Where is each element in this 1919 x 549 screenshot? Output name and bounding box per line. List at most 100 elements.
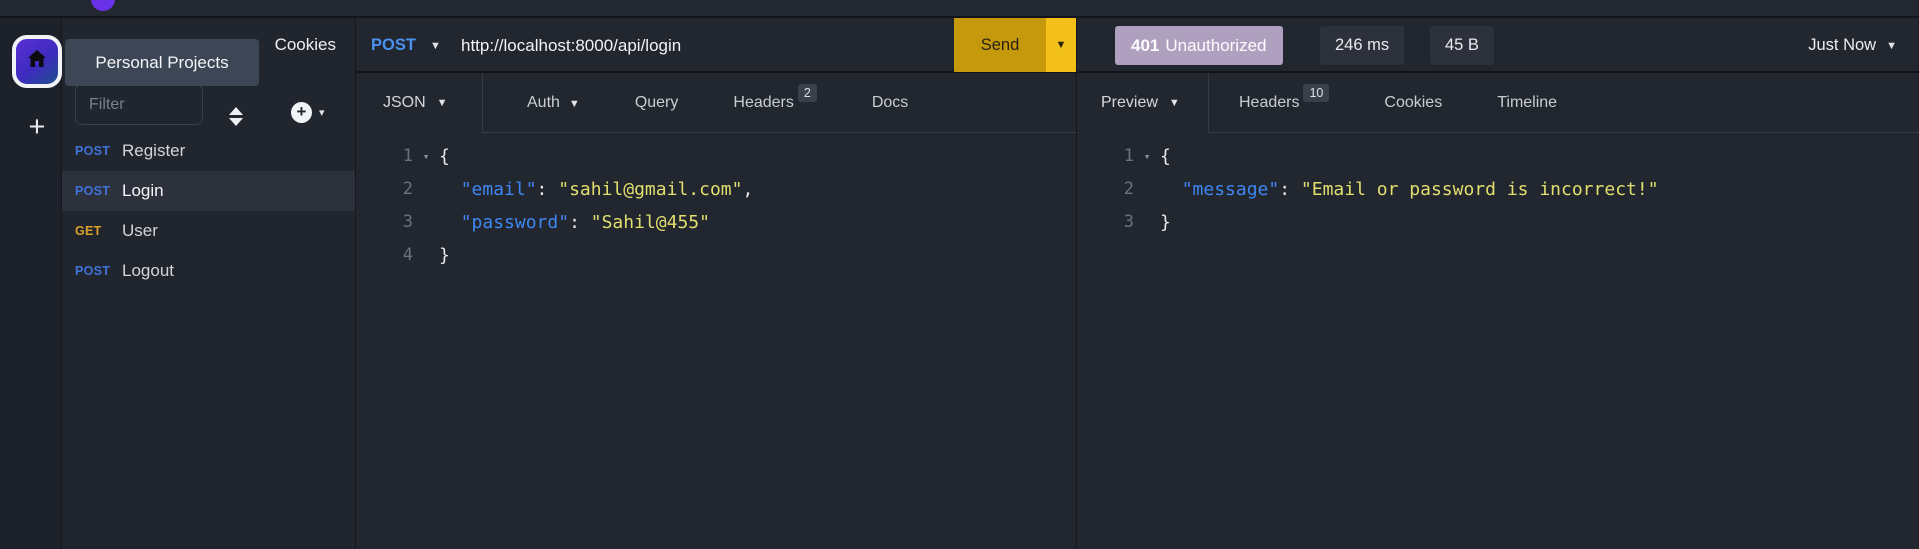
app-logo-dot — [91, 0, 115, 11]
code-text: "message": "Email or password is incorre… — [1160, 173, 1659, 206]
chevron-down-icon: ▼ — [1169, 97, 1180, 109]
tab-timeline[interactable]: Timeline — [1497, 94, 1557, 112]
response-time-badge: 246 ms — [1320, 26, 1404, 65]
tab-count-badge: 2 — [798, 84, 817, 102]
tab-label: Timeline — [1497, 94, 1557, 111]
tab-label: Query — [635, 94, 679, 111]
tab-label: Cookies — [1384, 94, 1442, 111]
filter-input[interactable] — [75, 84, 203, 125]
code-line: 1▾{ — [357, 140, 1076, 173]
tab-group: Auth▼QueryHeaders2Docs — [482, 73, 1076, 133]
sort-up-icon — [229, 107, 243, 115]
request-name-label: User — [122, 221, 158, 241]
code-line: 1▾{ — [1078, 140, 1919, 173]
send-options-button[interactable]: ▼ — [1046, 18, 1076, 72]
tab-json[interactable]: JSON ▼ — [383, 73, 448, 133]
line-number: 3 — [357, 206, 413, 239]
code-line: 2 "email": "sahil@gmail.com", — [357, 173, 1076, 206]
response-tabs: Preview ▼ Headers10 Cookies Timeline — [1078, 73, 1919, 133]
tab-label: Headers — [733, 94, 793, 111]
tab-group: Headers10 Cookies Timeline — [1208, 73, 1919, 133]
tab-label: Docs — [872, 94, 908, 111]
response-size-badge: 45 B — [1430, 26, 1494, 65]
request-name-label: Register — [122, 141, 185, 161]
request-method-label: POST — [75, 264, 122, 278]
sidebar: Cookies Personal Projects + ▾ POSTRegist… — [62, 18, 356, 549]
response-meta-bar: 401 Unauthorized 246 ms 45 B Just Now ▼ — [1078, 18, 1919, 73]
code-line: 3} — [1078, 206, 1919, 239]
chevron-down-icon: ▼ — [437, 97, 448, 109]
response-body-viewer[interactable]: 1▾{2 "message": "Email or password is in… — [1078, 133, 1919, 549]
sort-button[interactable] — [226, 103, 246, 129]
response-panel: 401 Unauthorized 246 ms 45 B Just Now ▼ … — [1078, 18, 1919, 549]
tab-auth[interactable]: Auth ▼ — [527, 94, 580, 112]
url-bar: POST ▼ http://localhost:8000/api/login S… — [357, 18, 1076, 73]
request-list-item[interactable]: POSTLogin — [62, 171, 355, 211]
home-icon — [25, 47, 49, 76]
request-panel: POST ▼ http://localhost:8000/api/login S… — [357, 18, 1077, 549]
tab-docs[interactable]: Docs — [872, 94, 908, 112]
tab-label: Auth — [527, 94, 560, 111]
code-text: } — [439, 239, 450, 272]
fold-gutter — [413, 173, 439, 206]
tab-cookies[interactable]: Cookies — [1384, 94, 1442, 112]
line-number: 2 — [1078, 173, 1134, 206]
url-input[interactable]: http://localhost:8000/api/login — [461, 18, 681, 73]
chevron-down-icon: ▼ — [569, 98, 580, 110]
request-name-label: Login — [122, 181, 164, 201]
plus-circle-icon: + — [291, 102, 312, 123]
code-text: { — [1160, 140, 1171, 173]
rail-add-button[interactable]: + — [24, 112, 50, 142]
fold-gutter — [413, 206, 439, 239]
code-text: { — [439, 140, 450, 173]
workspace-dropdown[interactable]: Personal Projects — [65, 39, 259, 86]
line-number: 3 — [1078, 206, 1134, 239]
code-text: "password": "Sahil@455" — [439, 206, 710, 239]
request-method-label: POST — [75, 184, 122, 198]
request-list: POSTRegisterPOSTLoginGETUserPOSTLogout — [62, 131, 355, 291]
request-list-item[interactable]: POSTRegister — [62, 131, 355, 171]
fold-caret-icon[interactable]: ▾ — [413, 140, 439, 173]
tab-label: JSON — [383, 94, 426, 112]
request-method-label: GET — [75, 224, 122, 238]
tab-label: Headers — [1239, 94, 1299, 111]
tab-headers[interactable]: Headers10 — [1239, 94, 1329, 112]
method-dropdown[interactable]: POST ▼ — [371, 18, 441, 73]
line-number: 4 — [357, 239, 413, 272]
home-button[interactable] — [12, 35, 62, 88]
request-body-editor[interactable]: 1▾{2 "email": "sahil@gmail.com",3 "passw… — [357, 133, 1076, 549]
tab-preview[interactable]: Preview ▼ — [1101, 73, 1180, 133]
send-button[interactable]: Send — [954, 18, 1046, 72]
chevron-down-icon: ▾ — [319, 106, 325, 119]
chevron-down-icon: ▼ — [430, 40, 441, 52]
tab-label: Preview — [1101, 94, 1158, 112]
chevron-down-icon: ▼ — [1886, 40, 1897, 52]
response-history-dropdown[interactable]: Just Now ▼ — [1808, 18, 1897, 73]
tab-count-badge: 10 — [1303, 84, 1329, 102]
tab-query[interactable]: Query — [635, 94, 679, 112]
activity-rail: + — [0, 18, 62, 549]
sort-down-icon — [229, 118, 243, 126]
add-request-button[interactable]: + ▾ — [291, 102, 325, 123]
code-text: "email": "sahil@gmail.com", — [439, 173, 753, 206]
line-number: 1 — [1078, 140, 1134, 173]
request-list-item[interactable]: GETUser — [62, 211, 355, 251]
request-list-item[interactable]: POSTLogout — [62, 251, 355, 291]
line-number: 2 — [357, 173, 413, 206]
fold-caret-icon[interactable]: ▾ — [1134, 140, 1160, 173]
fold-gutter — [1134, 173, 1160, 206]
request-name-label: Logout — [122, 261, 174, 281]
code-line: 4} — [357, 239, 1076, 272]
status-badge: 401 Unauthorized — [1115, 26, 1283, 65]
fold-gutter — [1134, 206, 1160, 239]
cookies-link[interactable]: Cookies — [275, 18, 336, 72]
request-tabs: JSON▼Auth▼QueryHeaders2Docs — [357, 73, 1076, 133]
recency-label: Just Now — [1808, 36, 1876, 55]
window-title-bar — [0, 0, 1919, 18]
code-line: 3 "password": "Sahil@455" — [357, 206, 1076, 239]
line-number: 1 — [357, 140, 413, 173]
tab-headers[interactable]: Headers2 — [733, 94, 816, 112]
code-line: 2 "message": "Email or password is incor… — [1078, 173, 1919, 206]
code-text: } — [1160, 206, 1171, 239]
request-method-label: POST — [75, 144, 122, 158]
